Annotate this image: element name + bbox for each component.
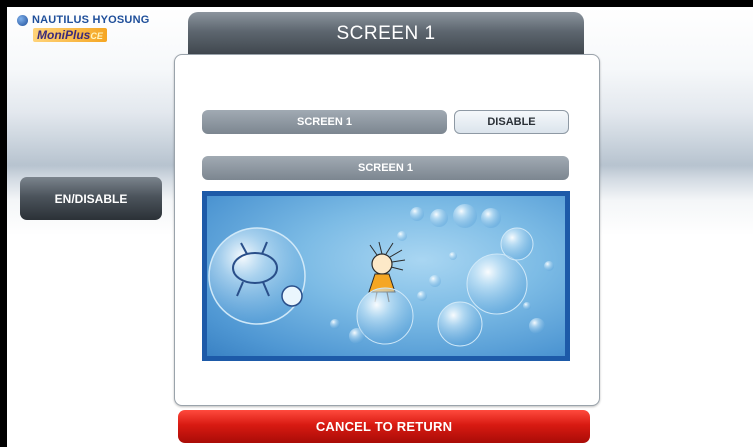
preview-title: SCREEN 1 <box>202 156 569 180</box>
logo-brand: NAUTILUS HYOSUNG <box>17 14 149 26</box>
preview-illustration <box>208 204 554 347</box>
cancel-to-return-button[interactable]: CANCEL TO RETURN <box>178 410 590 443</box>
brand-logo: NAUTILUS HYOSUNG MoniPlusCE <box>17 14 149 44</box>
screen-name-field: SCREEN 1 <box>202 110 447 134</box>
logo-product-suffix: CE <box>90 31 103 41</box>
page-title: SCREEN 1 <box>188 12 584 55</box>
screen-preview-image <box>202 191 570 361</box>
atm-screen: NAUTILUS HYOSUNG MoniPlusCE SCREEN 1 EN/… <box>7 7 753 447</box>
disable-button[interactable]: DISABLE <box>454 110 569 134</box>
atm-frame: NAUTILUS HYOSUNG MoniPlusCE SCREEN 1 EN/… <box>0 0 753 447</box>
logo-product: MoniPlusCE <box>33 28 107 42</box>
logo-product-part2: Plus <box>65 28 91 42</box>
endisable-button[interactable]: EN/DISABLE <box>20 177 162 220</box>
logo-brand-text: NAUTILUS HYOSUNG <box>32 14 150 26</box>
bubble-large-left <box>208 227 306 325</box>
globe-icon <box>17 14 28 26</box>
logo-product-part1: Moni <box>37 28 65 42</box>
